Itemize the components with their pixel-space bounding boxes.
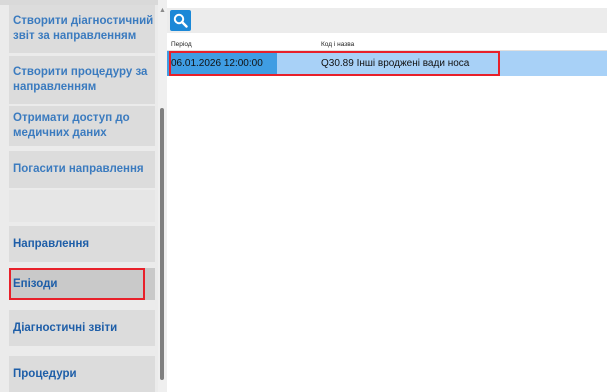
sidebar-item-procedures-label: Процедури <box>13 367 77 380</box>
scroll-thumb[interactable] <box>160 108 164 380</box>
sidebar-item-referrals[interactable]: Направлення <box>9 226 155 262</box>
table-header: Період Код і назва <box>167 40 607 51</box>
sidebar-scrollbar[interactable]: ▲ <box>158 0 167 392</box>
create-diagnostic-report-button[interactable]: Створити діагностичний звіт за направлен… <box>9 5 155 53</box>
column-header-period[interactable]: Період <box>171 41 192 48</box>
row-highlight-box <box>169 51 500 76</box>
get-medical-data-access-button[interactable]: Отримати доступ до медичних даних <box>9 106 155 146</box>
sidebar-item-referrals-label: Направлення <box>13 237 90 250</box>
main-panel: Період Код і назва 06.01.2026 12:00:00 Q… <box>167 0 607 392</box>
create-procedure-label: Створити процедуру за направленням <box>13 66 148 93</box>
toolbar <box>167 8 607 33</box>
app-window: Створити діагностичний звіт за направлен… <box>0 0 607 392</box>
search-icon <box>173 13 188 28</box>
sidebar-item-procedures[interactable]: Процедури <box>9 356 155 392</box>
sidebar-item-diagnostic-reports[interactable]: Діагностичні звіти <box>9 310 155 346</box>
close-referral-label: Погасити направлення <box>13 163 144 175</box>
search-button[interactable] <box>170 10 191 31</box>
scroll-up-arrow-icon[interactable]: ▲ <box>158 6 167 16</box>
left-sidebar: Створити діагностичний звіт за направлен… <box>0 0 167 392</box>
create-procedure-button[interactable]: Створити процедуру за направленням <box>9 56 155 104</box>
sidebar-item-diagnostic-reports-label: Діагностичні звіти <box>13 321 118 334</box>
create-diagnostic-report-label: Створити діагностичний звіт за направлен… <box>13 15 154 42</box>
get-medical-data-access-label: Отримати доступ до медичних даних <box>13 112 130 139</box>
column-header-code-name[interactable]: Код і назва <box>321 41 354 48</box>
close-referral-button[interactable]: Погасити направлення <box>9 151 155 188</box>
sidebar-spacer <box>9 190 155 222</box>
episodes-highlight-box <box>9 268 145 300</box>
